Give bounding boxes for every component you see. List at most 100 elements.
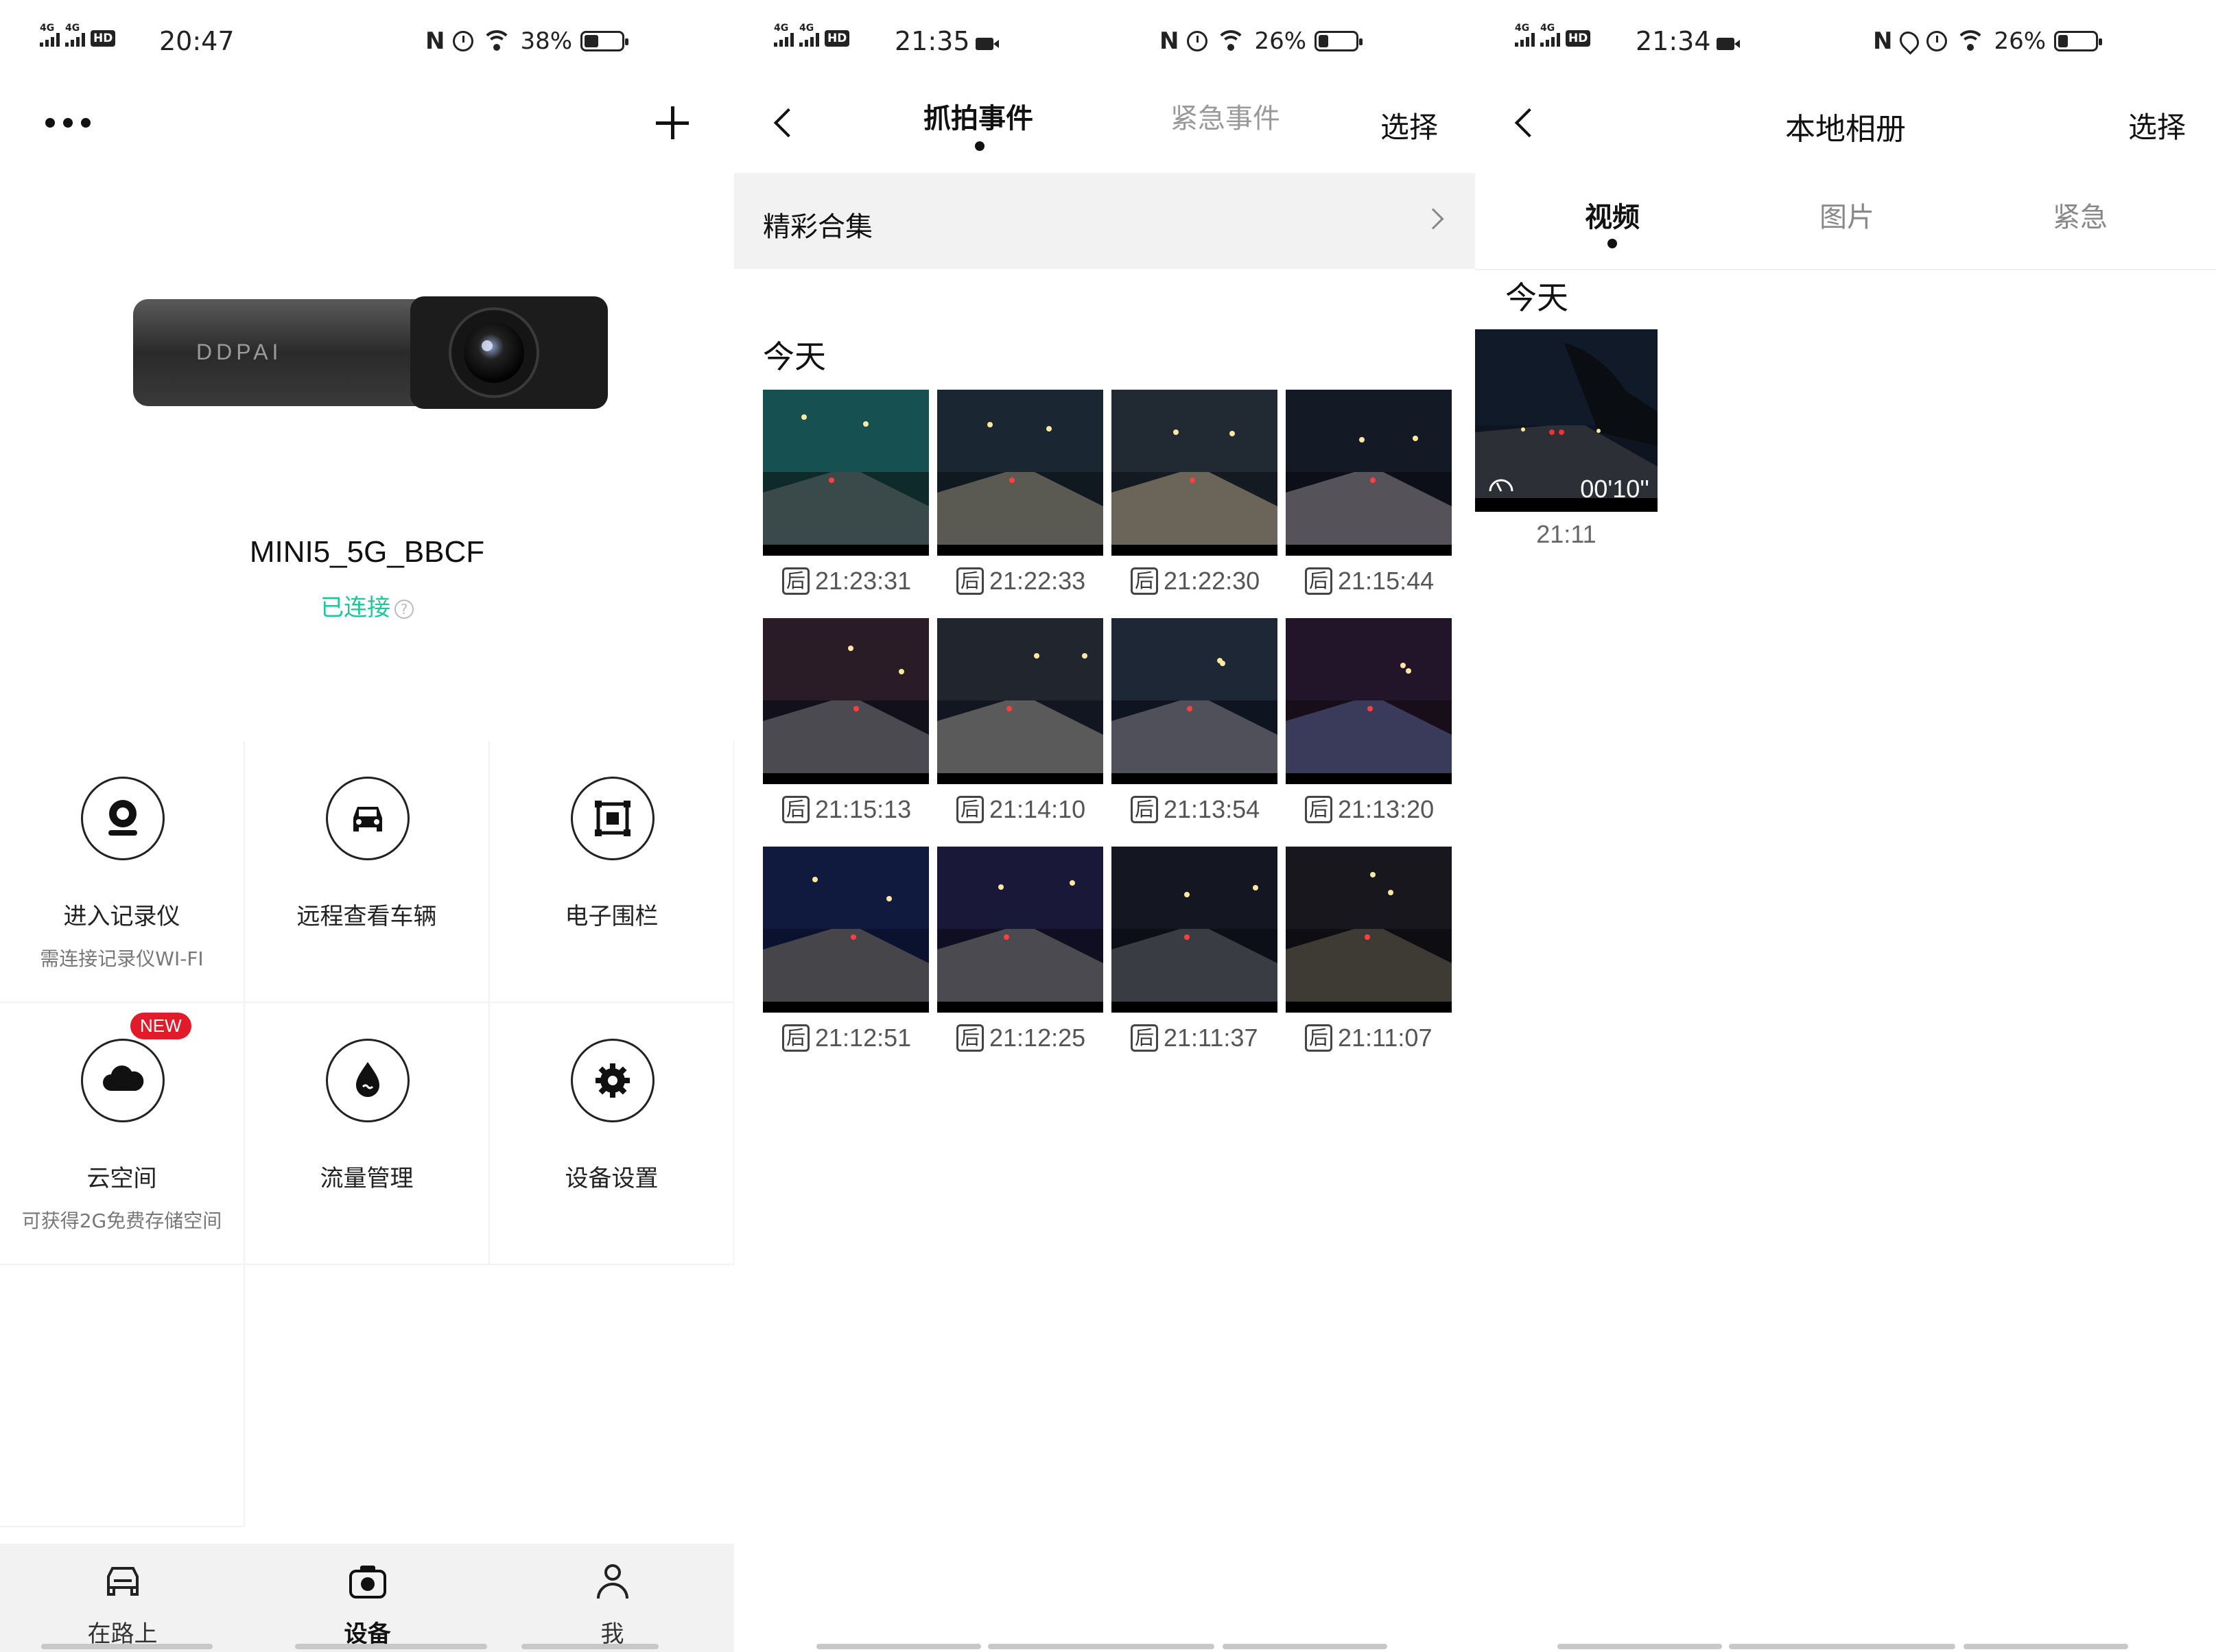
event-thumbnail[interactable]	[937, 390, 1103, 556]
rear-camera-icon: 后	[956, 1024, 984, 1052]
event-thumbnail[interactable]	[1111, 390, 1277, 556]
rear-camera-icon: 后	[782, 796, 810, 823]
status-bar: 4G 4G HD 21:35 N 26%	[734, 19, 1475, 67]
rear-camera-icon: 后	[1305, 567, 1332, 595]
tab-pictures[interactable]: 图片	[1819, 195, 1874, 235]
help-icon[interactable]: ?	[394, 599, 414, 619]
signal-indicators: 4G 4G HD	[1515, 23, 1591, 47]
signal-4g-icon: 4G	[40, 23, 60, 47]
select-button[interactable]: 选择	[2128, 104, 2186, 146]
event-item[interactable]: 后 21:12:51	[763, 847, 929, 1066]
event-item[interactable]: 后 21:11:37	[1111, 847, 1277, 1066]
event-caption: 后 21:22:30	[1131, 567, 1260, 595]
event-item[interactable]: 后 21:22:33	[937, 390, 1103, 609]
section-today: 今天	[1505, 279, 1568, 316]
network-type-label: 4G	[40, 23, 55, 34]
connection-status: 已连接?	[0, 589, 734, 622]
event-frame-image	[763, 390, 929, 556]
video-time: 21:11	[1536, 520, 1596, 548]
tab-videos[interactable]: 视频	[1585, 195, 1640, 235]
feature-remote-view[interactable]: 远程查看车辆	[245, 741, 490, 1003]
event-thumbnail[interactable]	[763, 390, 929, 556]
rear-camera-icon: 后	[1131, 796, 1158, 823]
event-thumbnail[interactable]	[1286, 618, 1452, 784]
event-time: 21:15:44	[1338, 567, 1435, 595]
event-caption: 后 21:12:25	[956, 1024, 1085, 1052]
signal-indicators: 4G 4G HD	[40, 23, 116, 47]
connection-status-label: 已连接	[320, 594, 390, 622]
network-type-label: 4G	[774, 23, 789, 34]
event-item[interactable]: 后 21:13:54	[1111, 618, 1277, 838]
tab-emergency-events[interactable]: 紧急事件	[1170, 96, 1280, 136]
event-thumbnail[interactable]	[1286, 847, 1452, 1013]
local-album-screen: 4G 4G HD 21:34 N 26% 本地相册 选择 视频 图片 紧急 今天	[1475, 0, 2216, 1652]
feature-geofence[interactable]: 电子围栏	[490, 741, 734, 1003]
data-drop-icon	[326, 1039, 410, 1122]
event-time: 21:22:30	[1164, 567, 1260, 595]
event-thumbnail[interactable]	[937, 847, 1103, 1013]
tab-on-the-road[interactable]: 在路上	[0, 1544, 245, 1652]
feature-device-settings[interactable]: 设备设置	[490, 1003, 734, 1265]
event-item[interactable]: 后 21:15:13	[763, 618, 929, 838]
event-item[interactable]: 后 21:14:10	[937, 618, 1103, 838]
feature-enter-recorder[interactable]: 进入记录仪 需连接记录仪WI-FI	[0, 741, 245, 1003]
video-thumbnail[interactable]: 00'10''	[1475, 329, 1658, 512]
network-type-label: 4G	[799, 23, 814, 34]
status-time: 21:35	[895, 26, 999, 56]
event-time: 21:12:51	[815, 1024, 912, 1052]
feature-subtitle: 需连接记录仪WI-FI	[40, 947, 204, 970]
event-thumbnail[interactable]	[1286, 390, 1452, 556]
event-caption: 后 21:11:37	[1131, 1024, 1258, 1052]
feature-data-management[interactable]: 流量管理	[245, 1003, 490, 1265]
tab-emergency[interactable]: 紧急	[2053, 195, 2108, 235]
user-icon	[597, 1564, 628, 1599]
signal-4g-icon: 4G	[774, 23, 794, 47]
video-duration: 00'10''	[1580, 475, 1649, 503]
network-type-label: 4G	[1515, 23, 1530, 34]
select-button[interactable]: 选择	[1380, 104, 1438, 146]
battery-icon	[2054, 31, 2103, 51]
feature-title: 设备设置	[565, 1165, 659, 1192]
rear-camera-icon: 后	[956, 796, 984, 823]
home-indicator	[816, 1644, 981, 1649]
event-thumbnail[interactable]	[1111, 847, 1277, 1013]
event-thumbnail[interactable]	[1111, 618, 1277, 784]
feature-title: 云空间	[86, 1165, 157, 1192]
event-item[interactable]: 后 21:15:44	[1286, 390, 1452, 609]
status-bar: 4G 4G HD 20:47 N 38%	[0, 19, 734, 67]
empty-cell	[0, 1265, 245, 1527]
wifi-icon	[482, 30, 512, 52]
event-item[interactable]: 后 21:23:31	[763, 390, 929, 609]
rear-camera-icon: 后	[782, 1024, 810, 1052]
add-device-icon[interactable]	[656, 106, 689, 139]
event-frame-image	[937, 390, 1103, 556]
wifi-icon	[1216, 30, 1247, 52]
event-thumbnail[interactable]	[937, 618, 1103, 784]
tab-me[interactable]: 我	[490, 1544, 734, 1652]
device-logo: DDPAI	[196, 340, 282, 364]
event-item[interactable]: 后 21:13:20	[1286, 618, 1452, 838]
hd-voice-icon: HD	[91, 30, 116, 47]
back-chevron-icon[interactable]	[773, 108, 803, 138]
event-time: 21:23:31	[815, 567, 912, 595]
event-thumbnail[interactable]	[763, 618, 929, 784]
section-today: 今天	[763, 338, 826, 375]
event-item[interactable]: 后 21:12:25	[937, 847, 1103, 1066]
more-menu-icon[interactable]	[45, 118, 91, 128]
event-item[interactable]: 后 21:11:07	[1286, 847, 1452, 1066]
event-frame-image	[937, 618, 1103, 784]
event-caption: 后 21:14:10	[956, 795, 1085, 824]
camera-icon	[349, 1566, 386, 1598]
tab-snapshot-events[interactable]: 抓拍事件	[923, 96, 1033, 136]
event-item[interactable]: 后 21:22:30	[1111, 390, 1277, 609]
device-name: MINI5_5G_BBCF	[249, 535, 485, 569]
event-thumbnail[interactable]	[763, 847, 929, 1013]
alarm-icon	[1187, 31, 1208, 51]
tab-device[interactable]: 设备	[245, 1544, 490, 1652]
highlights-row[interactable]: 精彩合集	[734, 173, 1475, 269]
event-caption: 后 21:15:44	[1305, 567, 1434, 595]
feature-cloud-space[interactable]: NEW 云空间 可获得2G免费存储空间	[0, 1003, 245, 1265]
feature-subtitle: 可获得2G免费存储空间	[21, 1210, 222, 1232]
active-tab-indicator	[975, 141, 985, 151]
feature-title: 流量管理	[320, 1165, 414, 1192]
